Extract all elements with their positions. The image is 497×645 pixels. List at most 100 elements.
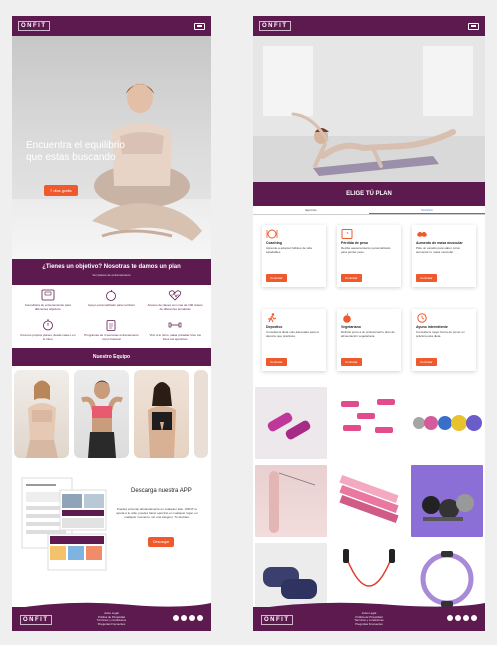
goal-subtitle[interactable]: Ver planes de entrenamiento: [12, 273, 211, 277]
plan-name: Pérdida de peso: [341, 241, 369, 245]
facebook-icon[interactable]: [455, 615, 461, 621]
menu-icon[interactable]: [194, 22, 205, 30]
plan-name: Coaching: [266, 241, 282, 245]
apple-icon: [106, 289, 117, 301]
instagram-icon[interactable]: [471, 615, 477, 621]
plan-card: Vegetariano Definite junto a un profesio…: [337, 309, 401, 371]
plan-card: Aumento de masa muscular Pide un estudio…: [412, 225, 476, 287]
product-yoga-mat[interactable]: [255, 465, 327, 537]
plan-desc: Recibe asesoramiento personalizado para …: [341, 246, 391, 254]
tab-ejercicio[interactable]: Ejercicio: [253, 206, 369, 214]
plans-page: ONFIT ELIGE TÚ PLAN Ejercicio Nutrición …: [253, 16, 485, 631]
app-description: Puedes entrenar absolutamente en cualqui…: [116, 507, 198, 519]
team-member-card[interactable]: [134, 370, 189, 458]
brand-logo[interactable]: ONFIT: [18, 21, 50, 31]
plan-card: Pérdida de peso Recibe asesoramiento per…: [337, 225, 401, 287]
instagram-icon[interactable]: [197, 615, 203, 621]
youtube-icon[interactable]: [463, 615, 469, 621]
plans-hero: [253, 36, 485, 182]
home-page: ONFIT Encuentra el equilibrio que estas …: [12, 16, 211, 631]
footer-wave: [253, 602, 485, 609]
twitter-icon[interactable]: [447, 615, 453, 621]
contract-button[interactable]: Contratar: [341, 274, 362, 282]
plan-desc: Aprende a adoptar hábitos de vida saluda…: [266, 246, 312, 254]
team-member-photo: [148, 382, 176, 458]
footer: ONFIT Aviso Legal Política de Privacidad…: [253, 602, 485, 631]
feature-item: Vivir a tu ritmo, salas privadas Vive tu…: [143, 319, 207, 341]
plan-desc: Pide un estudio para saber cómo aumentar…: [416, 246, 461, 254]
contract-button[interactable]: Contratar: [341, 358, 362, 366]
plans-hero-image: [253, 36, 485, 182]
product-image: [269, 471, 316, 533]
timer-icon: [42, 319, 53, 331]
feature-item: Consultoria de entrenamiento para difere…: [16, 289, 80, 311]
feature-item: Acceso de clases con mas de 100 videos d…: [143, 289, 207, 311]
contract-button[interactable]: Contratar: [416, 274, 437, 282]
contract-button[interactable]: Contratar: [266, 358, 287, 366]
contract-button[interactable]: Contratar: [416, 358, 437, 366]
product-kettlebells[interactable]: [411, 387, 483, 459]
app-title: Descarga nuestra APP: [131, 488, 192, 494]
facebook-icon[interactable]: [181, 615, 187, 621]
menu-icon[interactable]: [468, 22, 479, 30]
contract-button[interactable]: Contratar: [266, 274, 287, 282]
features-grid: Consultoria de entrenamiento para difere…: [12, 285, 211, 345]
hero-title: Encuentra el equilibrio que estas buscan…: [26, 140, 125, 163]
team-member-card[interactable]: [14, 370, 69, 458]
brand-logo[interactable]: ONFIT: [259, 21, 291, 31]
hero-section: Encuentra el equilibrio que estas buscan…: [12, 36, 211, 259]
goal-banner: ¿Tienes un objetivo? Nosotras te damos u…: [12, 259, 211, 285]
team-carousel[interactable]: [12, 366, 211, 462]
youtube-icon[interactable]: [189, 615, 195, 621]
plan-card: Deportivo Consulta la dieta más adecuada…: [262, 309, 326, 371]
product-image: [413, 415, 482, 431]
feature-item: Apoyo personalizado para nutricion: [80, 289, 144, 311]
plan-card: Ayuno intermitente Consulta la mejor for…: [412, 309, 476, 371]
plans-grid: Coaching Aprende a adoptar hábitos de vi…: [253, 215, 485, 377]
runner-icon: [268, 313, 277, 323]
products-grid: [253, 377, 485, 615]
plan-name: Vegetariano: [341, 325, 361, 329]
plan-name: Aumento de masa muscular: [416, 241, 463, 245]
app-mockup-image: [21, 477, 107, 571]
heart-pulse-icon: [168, 290, 182, 301]
footer-link-faq[interactable]: Preguntas Frecuentes: [253, 622, 485, 627]
download-app-button[interactable]: Descargar: [148, 537, 175, 547]
footer: ONFIT Aviso Legal Política de Privacidad…: [12, 602, 211, 631]
muscle-icon: [417, 231, 427, 237]
product-image: [341, 399, 395, 433]
social-links: [173, 615, 203, 621]
product-pink-dumbbell-set[interactable]: [333, 387, 405, 459]
clipboard-icon: [107, 320, 116, 331]
plate-icon: [266, 229, 278, 239]
free-trial-button[interactable]: 7 dias gratis: [44, 185, 78, 196]
product-pink-dumbbells[interactable]: [255, 387, 327, 459]
product-image: [422, 494, 474, 521]
clock-icon: [417, 313, 427, 323]
product-resistance-bands[interactable]: [333, 465, 405, 537]
twitter-icon[interactable]: [173, 615, 179, 621]
product-image: [267, 412, 311, 440]
feature-item: Crea tus propios planes, desde casa o en…: [16, 319, 80, 341]
top-navbar: ONFIT: [253, 16, 485, 36]
team-title: Nuestro Equipo: [12, 348, 211, 366]
product-dumbbell-set[interactable]: [411, 465, 483, 537]
team-member-card[interactable]: [194, 370, 208, 458]
dumbbell-icon: [168, 322, 182, 328]
product-image: [339, 474, 399, 524]
scale-icon: [41, 289, 55, 301]
social-links: [447, 615, 477, 621]
feature-item: Programas de 4 semanas entrenamiento com…: [80, 319, 144, 341]
top-navbar: ONFIT: [12, 16, 211, 36]
plans-tabs: Ejercicio Nutrición: [253, 206, 485, 215]
team-member-photo: [81, 380, 123, 458]
team-member-photo: [26, 380, 58, 458]
plan-name: Ayuno intermitente: [416, 325, 448, 329]
goal-title: ¿Tienes un objetivo? Nosotras te damos u…: [42, 264, 181, 270]
tab-nutricion[interactable]: Nutrición: [369, 206, 485, 214]
plan-desc: Consulta la dieta más adecuada para el d…: [266, 330, 319, 338]
footer-link-faq[interactable]: Preguntas Frecuentes: [12, 622, 211, 627]
plan-desc: Definite junto a un profesional tu plan …: [341, 330, 395, 338]
plan-card: Coaching Aprende a adoptar hábitos de vi…: [262, 225, 326, 287]
team-member-card[interactable]: [74, 370, 129, 458]
